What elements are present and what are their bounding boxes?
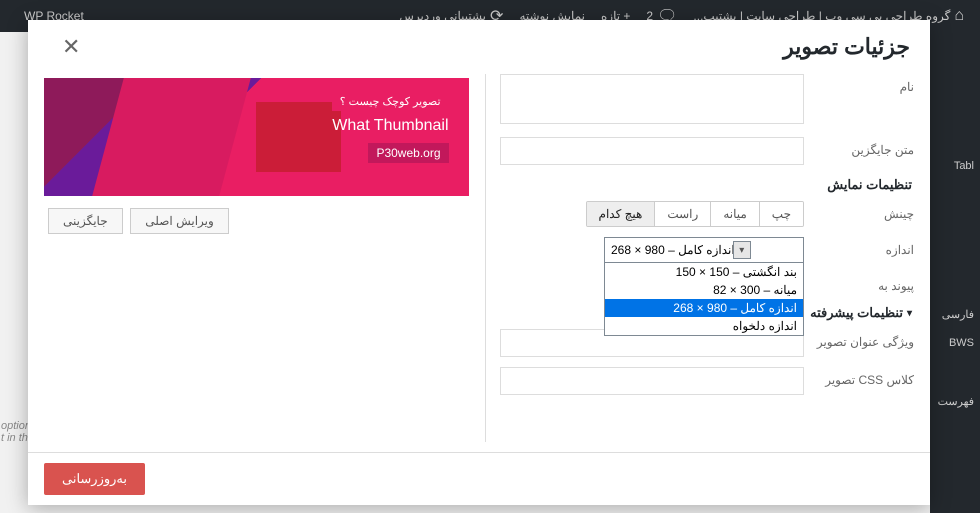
- alt-label: متن جایگزین: [804, 137, 914, 157]
- display-settings-heading: تنظیمات نمایش: [490, 177, 915, 193]
- align-label: چینش: [804, 201, 914, 221]
- sidebar-item[interactable]: Tabl: [930, 152, 980, 180]
- image-details-modal: جزئیات تصویر ✕ نام متن جایگزین تنظیمات ن…: [28, 20, 930, 505]
- size-option-custom[interactable]: اندازه دلخواه: [605, 317, 803, 335]
- size-label: اندازه: [804, 237, 914, 257]
- image-preview: تصویر کوچک چیست ؟ What Thumbnail P30web.…: [44, 78, 469, 196]
- size-selected-text: اندازه کامل – 980 × 268: [611, 243, 735, 257]
- close-button[interactable]: ✕: [54, 30, 88, 64]
- sidebar-item[interactable]: فهرست: [930, 387, 980, 416]
- alt-input[interactable]: [500, 137, 805, 165]
- size-dropdown: بند انگشتی – 150 × 150 میانه – 300 × 82 …: [604, 262, 804, 336]
- modal-header: جزئیات تصویر ✕: [28, 20, 930, 74]
- bg-text: t in th: [1, 432, 28, 444]
- close-icon: ✕: [62, 34, 80, 59]
- sidebar-item[interactable]: فارسی: [930, 300, 980, 329]
- update-button[interactable]: به‌روزرسانی: [44, 463, 145, 495]
- css-class-input[interactable]: [500, 367, 805, 395]
- align-left-button[interactable]: چپ: [759, 202, 803, 226]
- css-class-label: کلاس CSS تصویر: [804, 367, 914, 387]
- align-none-button[interactable]: هیچ کدام: [587, 202, 655, 226]
- caption-label: نام: [804, 74, 914, 94]
- chevron-down-icon: ▾: [907, 308, 912, 319]
- size-option-medium[interactable]: میانه – 300 × 82: [605, 281, 803, 299]
- preview-column: تصویر کوچک چیست ؟ What Thumbnail P30web.…: [44, 74, 469, 442]
- replace-button[interactable]: جایگزینی: [48, 208, 123, 234]
- bg-text: option: [1, 420, 31, 432]
- preview-overlay-text: تصویر کوچک چیست ؟ What Thumbnail P30web.…: [332, 92, 449, 163]
- home-icon: ⌂: [954, 7, 964, 25]
- settings-column: نام متن جایگزین تنظیمات نمایش چینش چپ می…: [485, 74, 915, 442]
- modal-footer: به‌روزرسانی: [28, 452, 930, 505]
- align-button-group: چپ میانه راست هیچ کدام: [586, 201, 804, 227]
- preview-text-1: تصویر کوچک چیست ؟: [332, 92, 449, 111]
- chevron-down-icon: ▾: [733, 241, 751, 259]
- link-label: پیوند به: [804, 273, 914, 293]
- caption-textarea[interactable]: [500, 74, 805, 124]
- align-center-button[interactable]: میانه: [710, 202, 758, 226]
- preview-text-2: What Thumbnail: [332, 117, 449, 135]
- admin-sidebar-fragment: Tabl فارسی BWS فهرست: [930, 32, 980, 513]
- align-right-button[interactable]: راست: [654, 202, 710, 226]
- modal-title: جزئیات تصویر: [783, 34, 910, 60]
- size-option-full[interactable]: اندازه کامل – 980 × 268: [605, 299, 803, 317]
- title-attr-label: ویژگی عنوان تصویر: [804, 329, 914, 349]
- size-option-thumbnail[interactable]: بند انگشتی – 150 × 150: [605, 263, 803, 281]
- size-select[interactable]: اندازه کامل – 980 × 268 ▾ بند انگشتی – 1…: [604, 237, 804, 263]
- sidebar-item[interactable]: BWS: [930, 329, 980, 357]
- preview-text-3: P30web.org: [368, 143, 448, 163]
- edit-original-button[interactable]: ویرایش اصلی: [130, 208, 229, 234]
